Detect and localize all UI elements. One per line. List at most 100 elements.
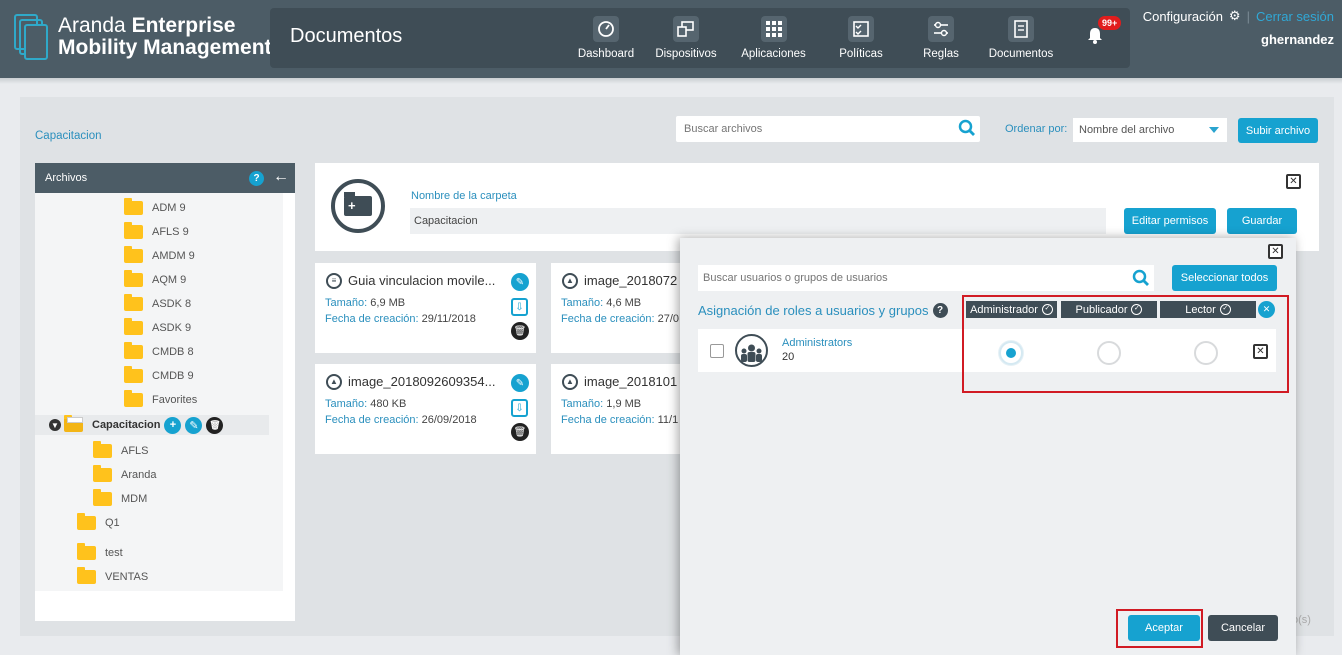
help-icon[interactable]: ? — [249, 171, 264, 186]
tree-item-label: AQM 9 — [152, 274, 187, 286]
breadcrumb[interactable]: Capacitacion — [35, 130, 101, 142]
trash-icon[interactable]: 🗑 — [206, 416, 224, 434]
tree-item-q1[interactable]: Q1 — [77, 513, 120, 533]
folder-name-input[interactable]: Capacitacion — [410, 208, 1106, 234]
config-link[interactable]: Configuración — [1143, 9, 1223, 24]
edit-permissions-button[interactable]: Editar permisos — [1124, 208, 1216, 234]
image-icon: ▲ — [562, 374, 578, 390]
folder-icon — [77, 513, 96, 530]
help-icon[interactable]: ? — [932, 303, 948, 318]
nav-dispositivos[interactable]: Dispositivos — [646, 8, 726, 68]
brand-line1-bold: Enterprise — [131, 14, 236, 37]
save-button[interactable]: Guardar — [1227, 208, 1297, 234]
brand[interactable]: Aranda Enterprise Mobility Management — [14, 14, 272, 60]
file-size-value: 1,9 MB — [606, 398, 642, 410]
tree-item-afls[interactable]: AFLS — [93, 441, 149, 461]
order-select-value: Nombre del archivo — [1079, 124, 1175, 136]
tree-item-favorites[interactable]: Favorites — [124, 390, 197, 410]
logout-link[interactable]: Cerrar sesión — [1256, 9, 1334, 24]
pencil-icon[interactable]: ✎ — [511, 374, 529, 392]
tree-item-label: test — [105, 547, 123, 559]
order-select[interactable]: Nombre del archivo — [1073, 118, 1227, 142]
tree-item-asdk9[interactable]: ASDK 9 — [124, 318, 191, 338]
file-size-value: 6,9 MB — [370, 297, 406, 309]
group-users-icon — [735, 334, 768, 367]
file-search — [676, 116, 980, 142]
tree-item-cmdb8[interactable]: CMDB 8 — [124, 342, 194, 362]
file-size-label: Tamaño: — [561, 398, 604, 410]
radio-publicador[interactable] — [1097, 341, 1121, 365]
file-search-input[interactable] — [676, 116, 946, 142]
folder-icon — [93, 441, 112, 458]
separator: | — [1246, 8, 1250, 24]
select-all-button[interactable]: Seleccionar todos — [1172, 265, 1277, 291]
search-icon[interactable] — [958, 119, 976, 137]
tree-item-amdm9[interactable]: AMDM 9 — [124, 246, 195, 266]
nav-aplicaciones[interactable]: Aplicaciones — [726, 8, 821, 68]
role-header-label: Publicador — [1075, 303, 1128, 316]
tree-item-ventas[interactable]: VENTAS — [77, 567, 148, 587]
nav-documentos[interactable]: Documentos — [981, 8, 1061, 68]
tree-item-adm9[interactable]: ADM 9 — [124, 198, 186, 218]
file-card[interactable]: ▲ image_2018092609354... Tamaño: 480 KB … — [315, 364, 536, 454]
file-date: Fecha de creación: 27/0 — [561, 313, 679, 325]
role-header-publicador[interactable]: Publicador ✓ — [1061, 301, 1157, 318]
arrow-left-icon[interactable]: ← — [273, 168, 289, 186]
nav-dashboard[interactable]: Dashboard — [566, 8, 646, 68]
tree-item-asdk8[interactable]: ASDK 8 — [124, 294, 191, 314]
user-search-input[interactable] — [698, 265, 1118, 291]
role-header-lector[interactable]: Lector ✓ — [1160, 301, 1256, 318]
upload-file-button[interactable]: Subir archivo — [1238, 118, 1318, 143]
tree-item-label: Favorites — [152, 394, 198, 406]
role-header-administrador[interactable]: Administrador ✓ — [966, 301, 1057, 318]
file-size-label: Tamaño: — [325, 297, 368, 309]
header-shadow — [0, 78, 1342, 84]
file-size: Tamaño: 6,9 MB — [325, 297, 405, 309]
file-card[interactable]: ≡ Guia vinculacion movile... Tamaño: 6,9… — [315, 263, 536, 353]
nav-reglas[interactable]: Reglas — [901, 8, 981, 68]
download-icon[interactable]: ⇩ — [511, 399, 528, 417]
nav-politicas[interactable]: Políticas — [821, 8, 901, 68]
folder-icon — [77, 543, 96, 560]
user-name[interactable]: Administrators — [782, 337, 852, 349]
user-count: 20 — [782, 351, 795, 363]
gear-icon[interactable]: ⚙ — [1229, 8, 1241, 24]
trash-icon[interactable]: 🗑 — [511, 423, 529, 441]
radio-administrador[interactable] — [999, 341, 1023, 365]
app-header: Aranda Enterprise Mobility Management Do… — [0, 0, 1342, 78]
close-icon[interactable]: ✕ — [1268, 244, 1283, 259]
accept-button[interactable]: Aceptar — [1128, 615, 1200, 641]
chevron-down-icon[interactable]: ▼ — [49, 419, 61, 431]
user-checkbox[interactable] — [710, 344, 724, 358]
download-icon[interactable]: ⇩ — [511, 298, 528, 316]
pencil-icon[interactable]: ✎ — [185, 416, 203, 434]
cancel-button[interactable]: Cancelar — [1208, 615, 1278, 641]
close-icon[interactable]: ✕ — [1286, 174, 1301, 189]
documents-icon — [1008, 16, 1034, 42]
folder-open-icon — [64, 415, 83, 432]
pencil-icon[interactable]: ✎ — [511, 273, 529, 291]
nav-documentos-label: Documentos — [988, 48, 1054, 60]
remove-user-icon[interactable]: ✕ — [1253, 344, 1268, 359]
tree-item-test[interactable]: test — [77, 543, 123, 563]
tree-item-mdm[interactable]: MDM — [93, 489, 147, 509]
file-size: Tamaño: 480 KB — [325, 398, 406, 410]
folder-icon — [93, 465, 112, 482]
tree-item-afls9[interactable]: AFLS 9 — [124, 222, 189, 242]
search-icon[interactable] — [1132, 269, 1150, 287]
tree-item-aranda[interactable]: Aranda — [93, 465, 156, 485]
tree-item-capacitacion[interactable]: ▼ Capacitacion + ✎ 🗑 — [35, 415, 269, 435]
sidebar-header: Archivos ? ← — [35, 163, 295, 193]
file-card[interactable]: ▲ image_2018101 Tamaño: 1,9 MB Fecha de … — [551, 364, 701, 454]
trash-icon[interactable]: 🗑 — [511, 322, 529, 340]
file-size-value: 4,6 MB — [606, 297, 642, 309]
radio-lector[interactable] — [1194, 341, 1218, 365]
folder-icon — [124, 366, 143, 383]
file-card[interactable]: ▲ image_2018072 Tamaño: 4,6 MB Fecha de … — [551, 263, 701, 353]
file-size: Tamaño: 1,9 MB — [561, 398, 641, 410]
tree-item-label: CMDB 9 — [152, 370, 194, 382]
clear-roles-icon[interactable]: ✕ — [1258, 301, 1275, 318]
tree-item-aqm9[interactable]: AQM 9 — [124, 270, 186, 290]
tree-item-cmdb9[interactable]: CMDB 9 — [124, 366, 194, 386]
add-folder-icon[interactable]: + — [164, 416, 182, 434]
